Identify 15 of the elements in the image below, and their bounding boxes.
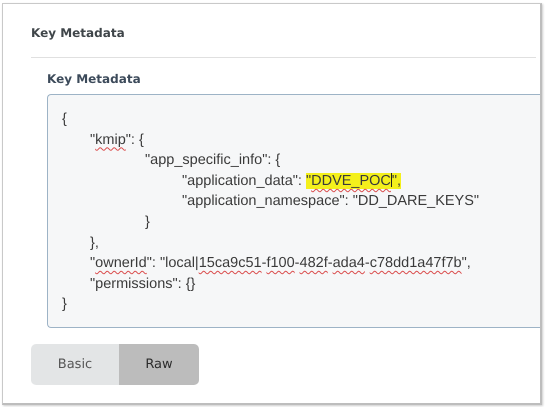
mode-tab[interactable]: Basic [31,344,119,385]
panel-title: Key Metadata [31,26,126,40]
code-line: "permissions": {} [89,274,196,294]
code-line: "application_namespace": "DD_DARE_KEYS" [181,192,480,212]
json-editor-field[interactable]: { "kmip": { "app_specific_info": { "application_data": "DDVE_POC", "application_namespace": "DD_DARE_KEYS" } }, "ownerId": "local|15ca9c51-f100-482f-ada4-c78dd1a47f7b", "permissions": {} } [47,94,540,328]
code-line: "ownerId": "local|15ca9c51-f100-482f-ada4-c78dd1a47f7b", [89,254,472,274]
code-line: "application_data": "DDVE_POC", [181,172,402,191]
code-line: } [62,295,68,314]
field-label: Key Metadata [47,72,142,86]
mode-tab[interactable]: Raw [119,344,199,385]
code-line: "app_specific_info": { [144,151,282,170]
code-line: { [62,110,68,129]
code-line: }, [89,234,100,253]
code-line: } [144,212,151,232]
code-line: "kmip": { [89,130,145,150]
